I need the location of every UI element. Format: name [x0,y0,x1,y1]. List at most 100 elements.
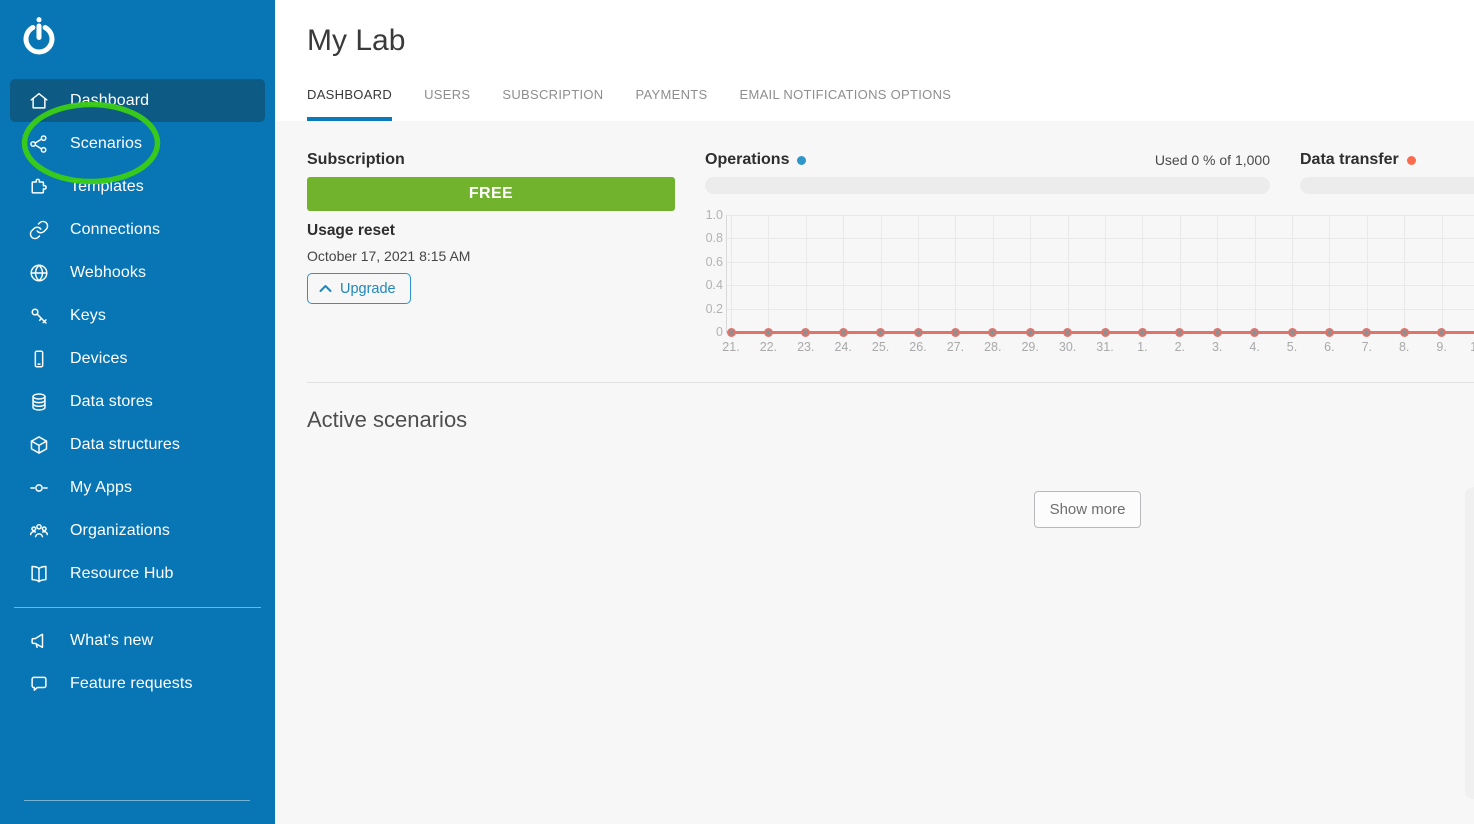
tab-users[interactable]: USERS [424,80,470,121]
sidebar-divider [14,607,261,608]
devices-icon [28,348,50,370]
tab-dashboard[interactable]: DASHBOARD [307,80,392,121]
chart-data-point [914,328,923,337]
integromat-logo-icon [21,16,57,56]
active-scenarios-heading: Active scenarios [307,407,467,433]
chart-gridline-h [726,262,1474,263]
sidebar-item-webhooks[interactable]: Webhooks [10,251,265,294]
sidebar-item-data-stores[interactable]: Data stores [10,380,265,423]
sidebar-item-label: Connections [70,221,160,239]
chart-x-tick-label: 24. [826,340,860,354]
sidebar-item-label: Webhooks [70,264,146,282]
usage-reset-heading: Usage reset [307,222,395,240]
sidebar-item-label: Feature requests [70,675,193,693]
chart-data-point [988,328,997,337]
scenarios-icon [28,133,50,155]
chart-data-point [1437,328,1446,337]
chart-gridline-v [806,215,807,332]
sidebar-item-feature-requests[interactable]: Feature requests [10,662,265,705]
operations-usage-chart: 1.00.80.60.40.2021.22.23.24.25.26.27.28.… [705,203,1474,363]
chart-x-tick-label: 6. [1312,340,1346,354]
chart-x-tick-label: 21. [714,340,748,354]
chart-y-axis-line [726,215,727,333]
chart-gridline-v [768,215,769,332]
my-apps-icon [28,477,50,499]
chart-x-tick-label: 29. [1013,340,1047,354]
upgrade-button[interactable]: Upgrade [307,273,411,304]
page-title: My Lab [307,24,405,58]
chart-y-tick-label: 0.6 [705,254,723,270]
data-transfer-progress-bar [1300,177,1474,194]
sidebar-item-label: Data stores [70,393,153,411]
chart-y-tick-label: 0.8 [705,230,723,246]
sidebar-item-label: Scenarios [70,135,142,153]
chart-x-tick-label: 2. [1163,340,1197,354]
chart-gridline-h [726,215,1474,216]
sidebar-item-resource-hub[interactable]: Resource Hub [10,552,265,595]
sidebar-item-label: My Apps [70,479,132,497]
tab-bar: DASHBOARD USERS SUBSCRIPTION PAYMENTS EMAIL … [307,80,951,121]
app-window: Dashboard Scenarios Templates Connections We… [0,0,1474,824]
sidebar-bottom-divider [24,800,250,801]
chart-x-tick-label: 25. [864,340,898,354]
chart-x-tick-label: 23. [789,340,823,354]
chart-gridline-v [1105,215,1106,332]
sidebar-item-data-structures[interactable]: Data structures [10,423,265,466]
chart-gridline-v [1367,215,1368,332]
sidebar-item-what-s-new[interactable]: What's new [10,619,265,662]
sidebar-menu: Dashboard Scenarios Templates Connections We… [0,79,275,705]
chart-x-tick-label: 7. [1350,340,1384,354]
chart-data-point [1213,328,1222,337]
plan-badge: FREE [307,177,675,211]
chart-data-point [1362,328,1371,337]
data-transfer-status-dot-icon [1407,156,1416,165]
sidebar-item-devices[interactable]: Devices [10,337,265,380]
tab-subscription[interactable]: SUBSCRIPTION [502,80,603,121]
chart-data-point [1101,328,1110,337]
chart-data-point [727,328,736,337]
operations-status-dot-icon [797,156,806,165]
sidebar-item-templates[interactable]: Templates [10,165,265,208]
chevron-up-icon [319,284,332,293]
chart-x-tick-label: 4. [1238,340,1272,354]
operations-used-text: Used 0 % of 1,000 [1155,152,1270,168]
sidebar-item-label: What's new [70,632,153,650]
home-icon [28,90,50,112]
chart-x-tick-label: 28. [976,340,1010,354]
sidebar-item-dashboard[interactable]: Dashboard [10,79,265,122]
chart-y-tick-label: 0.4 [705,277,723,293]
sidebar-item-connections[interactable]: Connections [10,208,265,251]
chart-data-point [1175,328,1184,337]
sidebar-item-scenarios[interactable]: Scenarios [10,122,265,165]
chart-x-tick-label: 3. [1200,340,1234,354]
resource-hub-icon [28,563,50,585]
sidebar-item-organizations[interactable]: Organizations [10,509,265,552]
chart-y-tick-label: 1.0 [705,207,723,223]
chart-x-tick-label: 31. [1088,340,1122,354]
chart-gridline-v [1329,215,1330,332]
webhooks-icon [28,262,50,284]
chart-data-point [1026,328,1035,337]
data-stores-icon [28,391,50,413]
connections-icon [28,219,50,241]
chart-gridline-v [843,215,844,332]
sidebar-item-label: Dashboard [70,92,149,110]
sidebar-item-my-apps[interactable]: My Apps [10,466,265,509]
chart-y-tick-label: 0 [705,324,723,340]
tab-payments[interactable]: PAYMENTS [635,80,707,121]
data-transfer-header: Data transfer [1300,151,1416,169]
upgrade-button-label: Upgrade [340,281,396,297]
chart-x-tick-label: 27. [938,340,972,354]
chart-gridline-v [955,215,956,332]
operations-header: Operations Used 0 % of 1,000 [705,151,1270,169]
chart-data-point [1250,328,1259,337]
chart-gridline-h [726,285,1474,286]
chart-gridline-h [726,309,1474,310]
tab-email-notifications-options[interactable]: EMAIL NOTIFICATIONS OPTIONS [739,80,951,121]
page-header: My Lab DASHBOARD USERS SUBSCRIPTION PAYMENT… [275,0,1474,121]
show-more-button[interactable]: Show more [1034,491,1141,528]
sidebar-item-keys[interactable]: Keys [10,294,265,337]
chart-data-point [1288,328,1297,337]
scrollbar-strip[interactable] [1465,487,1474,799]
data-structures-icon [28,434,50,456]
